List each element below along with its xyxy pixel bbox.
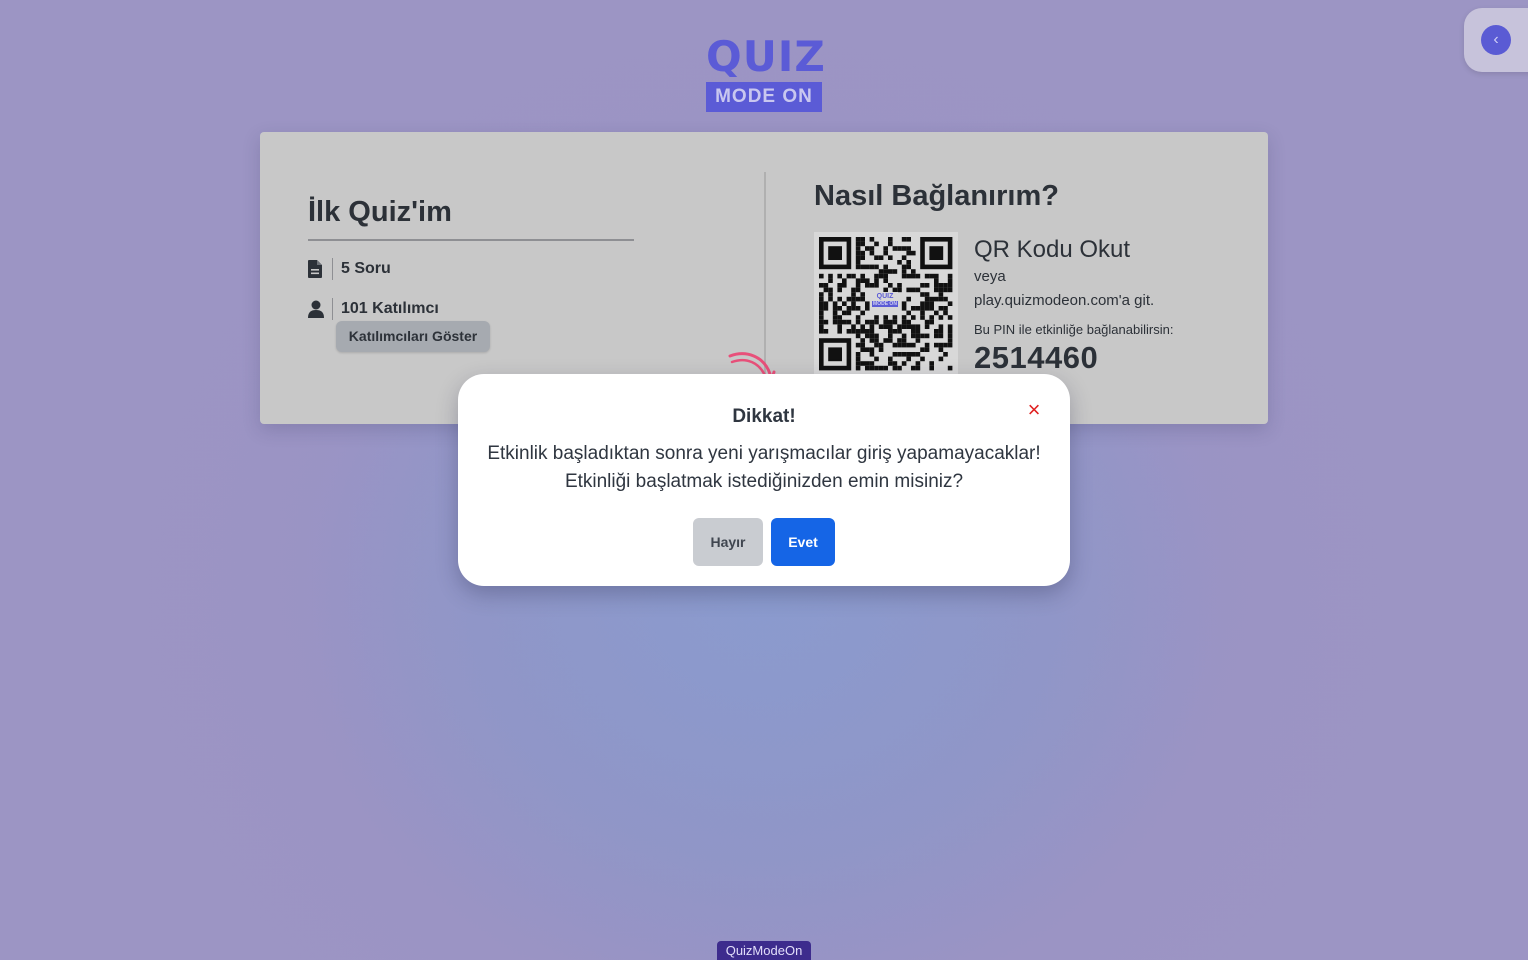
sidebar-toggle-tab: ‹ <box>1464 8 1528 72</box>
quiz-title: İlk Quiz'im <box>308 196 452 228</box>
dialog-message-line-1: Etkinlik başladıktan sonra yeni yarışmac… <box>487 443 1041 464</box>
or-label: veya <box>974 268 1006 285</box>
app-logo: QUIZ MODE ON <box>706 32 826 112</box>
user-icon <box>308 300 324 318</box>
qr-logo-bottom: MODE ON <box>872 301 898 307</box>
question-count: 5 Soru <box>341 260 391 277</box>
participant-count: 101 Katılımcı <box>341 300 439 317</box>
qr-scan-label: QR Kodu Okut <box>974 236 1131 263</box>
no-button[interactable]: Hayır <box>693 518 763 566</box>
logo-text-top: QUIZ <box>706 32 826 81</box>
pin-label: Bu PIN ile etkinliğe bağlanabilirsin: <box>974 322 1174 337</box>
chevron-left-icon[interactable]: ‹ <box>1481 25 1511 55</box>
show-participants-button[interactable]: Katılımcıları Göster <box>336 321 490 352</box>
dialog-title: Dikkat! <box>732 406 796 427</box>
qr-code: QUIZ MODE ON <box>814 232 958 374</box>
question-count-row: 5 Soru <box>308 258 391 280</box>
stat-separator <box>332 298 333 320</box>
document-icon <box>308 260 324 278</box>
join-url-text: play.quizmodeon.com'a git. <box>974 292 1155 309</box>
yes-button[interactable]: Evet <box>771 518 835 566</box>
dialog-message-line-2: Etkinliği başlatmak istediğinizden emin … <box>564 471 964 492</box>
participant-count-row: 101 Katılımcı <box>308 298 439 320</box>
qr-logo-top: QUIZ <box>876 293 894 300</box>
qr-center-logo: QUIZ MODE ON <box>872 292 898 312</box>
stat-separator <box>332 258 333 280</box>
confirm-start-dialog: Dikkat! × Etkinlik başladıktan sonra yen… <box>458 374 1070 586</box>
connect-title: Nasıl Bağlanırım? <box>814 180 1059 212</box>
pin-code: 2514460 <box>974 340 1099 375</box>
close-icon[interactable]: × <box>1024 399 1044 421</box>
dialog-message: Etkinlik başladıktan sonra yeni yarışmac… <box>458 440 1070 496</box>
footer-brand-badge: QuizModeOn <box>717 941 811 960</box>
title-divider <box>308 239 634 241</box>
logo-text-bottom: MODE ON <box>706 82 822 112</box>
